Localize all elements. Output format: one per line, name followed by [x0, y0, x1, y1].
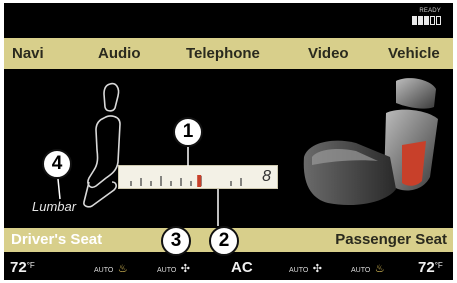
lumbar-value: 8: [262, 168, 271, 185]
ready-bars: [412, 16, 441, 25]
fan-icon: ✣: [312, 263, 322, 275]
ac-button[interactable]: AC: [231, 255, 253, 280]
left-temp-value: 72: [10, 259, 27, 276]
menu-item-audio[interactable]: Audio: [98, 38, 141, 69]
callout-2: 2: [209, 226, 239, 256]
scale-ticks: [130, 175, 242, 187]
main-menu-bar: Navi Audio Telephone Video Vehicle: [4, 38, 453, 69]
ready-bar: [436, 16, 441, 25]
auto-label: AUTO: [94, 267, 114, 274]
right-fan-control[interactable]: AUTO ✣: [289, 255, 322, 280]
seat-image: [303, 78, 438, 206]
infotainment-screen: READY Navi Audio Telephone Video Vehicle…: [4, 3, 453, 280]
right-temp-value: 72: [418, 259, 435, 276]
seat-heat-icon: ♨: [374, 263, 385, 275]
lumbar-level-marker[interactable]: [197, 175, 202, 187]
lumbar-label: Lumbar: [32, 199, 77, 214]
left-temp-unit: °F: [26, 261, 35, 270]
ready-bar: [424, 16, 429, 25]
ready-bar: [412, 16, 417, 25]
ready-bar: [430, 16, 435, 25]
ready-label: READY: [419, 8, 441, 14]
menu-item-navi[interactable]: Navi: [12, 38, 44, 69]
ready-indicator: READY: [401, 8, 441, 32]
auto-label: AUTO: [351, 267, 371, 274]
lumbar-scale[interactable]: 8: [118, 165, 278, 189]
menu-item-vehicle[interactable]: Vehicle: [388, 38, 440, 69]
left-temperature[interactable]: 72°F: [10, 255, 35, 280]
right-temperature[interactable]: 72°F: [418, 255, 443, 280]
menu-item-telephone[interactable]: Telephone: [186, 38, 260, 69]
auto-label: AUTO: [157, 267, 177, 274]
seat-heat-icon: ♨: [117, 263, 128, 275]
menu-item-video[interactable]: Video: [308, 38, 349, 69]
callout-1: 1: [173, 117, 203, 147]
right-temp-unit: °F: [434, 261, 443, 270]
right-seat-heat-control[interactable]: AUTO ♨: [351, 255, 385, 280]
driver-seat-button[interactable]: Driver's Seat: [11, 228, 102, 252]
passenger-seat-button[interactable]: Passenger Seat: [335, 228, 447, 252]
ready-bar: [418, 16, 423, 25]
left-fan-control[interactable]: AUTO ✣: [157, 255, 190, 280]
callout-3: 3: [161, 226, 191, 256]
auto-label: AUTO: [289, 267, 309, 274]
left-seat-heat-control[interactable]: AUTO ♨: [94, 255, 128, 280]
climate-row: 72°F AUTO ♨ AUTO ✣ AC AUTO ✣ AUTO ♨ 72°F: [4, 255, 453, 280]
callout-4: 4: [42, 149, 72, 179]
seat-outline-icon: [83, 82, 121, 208]
fan-icon: ✣: [180, 263, 190, 275]
